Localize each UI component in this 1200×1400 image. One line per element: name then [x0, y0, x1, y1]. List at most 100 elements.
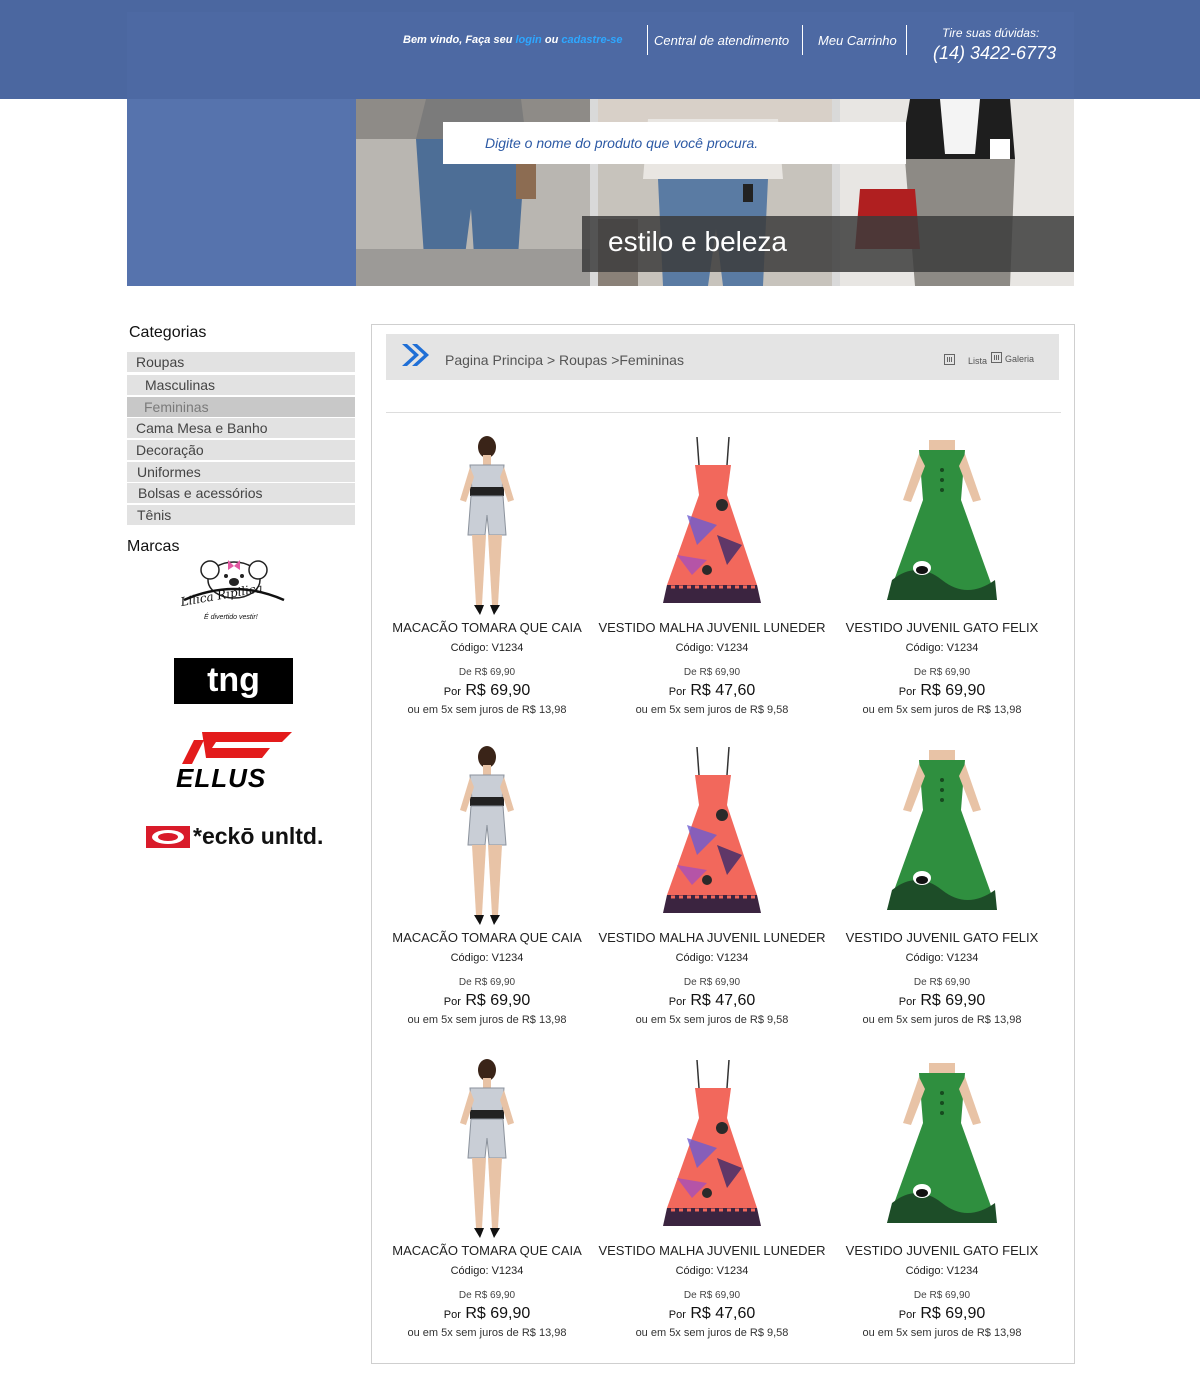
category-femininas[interactable]: Femininas [127, 397, 355, 417]
product-name[interactable]: MACACÃO TOMARA QUE CAIA [372, 620, 602, 635]
product-image-pink-dress[interactable] [657, 745, 767, 920]
product-code: Código: V1234 [675, 642, 749, 654]
product-listing: Pagina Principa > Roupas >Femininas List… [371, 324, 1075, 1364]
product-name[interactable]: VESTIDO MALHA JUVENIL LUNEDER [597, 620, 827, 635]
product-code: Código: V1234 [675, 952, 749, 964]
product-card[interactable]: MACACÃO TOMARA QUE CAIA Código: V1234 De… [372, 735, 602, 1026]
price-value: R$ 69,90 [920, 1305, 986, 1322]
product-card[interactable]: VESTIDO MALHA JUVENIL LUNEDER Código: V1… [597, 1048, 827, 1339]
product-card[interactable]: VESTIDO JUVENIL GATO FELIX Código: V1234… [827, 425, 1057, 716]
list-view-icon[interactable] [944, 354, 955, 365]
category-uniformes[interactable]: Uniformes [127, 462, 355, 482]
brand-name: *eckō unltd. [193, 823, 324, 849]
price-value: R$ 47,60 [690, 1305, 756, 1322]
price-prefix: Por [668, 996, 686, 1008]
product-name[interactable]: VESTIDO JUVENIL GATO FELIX [827, 930, 1057, 945]
product-image-romper[interactable] [442, 1058, 532, 1243]
product-image-romper[interactable] [442, 745, 532, 930]
product-image-green-dress[interactable] [877, 440, 1007, 610]
breadcrumb-roupas[interactable]: Roupas [559, 352, 607, 368]
banner-left-panel [127, 99, 356, 286]
product-old-price: De R$ 69,90 [683, 977, 741, 988]
header-divider [906, 25, 907, 55]
category-cama-mesa-banho[interactable]: Cama Mesa e Banho [127, 418, 355, 438]
divider [386, 412, 1061, 413]
product-image-pink-dress[interactable] [657, 1058, 767, 1233]
product-name[interactable]: MACACÃO TOMARA QUE CAIA [372, 1243, 602, 1258]
price-prefix: Por [668, 1309, 686, 1321]
product-code: Código: V1234 [450, 642, 524, 654]
product-name[interactable]: VESTIDO MALHA JUVENIL LUNEDER [597, 930, 827, 945]
price-prefix: Por [443, 996, 461, 1008]
banner-slogan: estilo e beleza [582, 216, 1074, 272]
product-code: Código: V1234 [905, 642, 979, 654]
product-name[interactable]: VESTIDO JUVENIL GATO FELIX [827, 620, 1057, 635]
category-tenis[interactable]: Tênis [127, 505, 355, 525]
product-installments: ou em 5x sem juros de R$ 13,98 [862, 1327, 1022, 1339]
product-price: Por R$ 47,60 [597, 992, 827, 1010]
product-price: Por R$ 69,90 [827, 682, 1057, 700]
product-card[interactable]: MACACÃO TOMARA QUE CAIA Código: V1234 De… [372, 1048, 602, 1339]
gallery-view-icon[interactable] [991, 352, 1002, 363]
or-text: ou [544, 34, 559, 46]
view-list-link[interactable]: Lista [968, 356, 987, 366]
product-old-price: De R$ 69,90 [458, 977, 516, 988]
product-installments: ou em 5x sem juros de R$ 13,98 [407, 1014, 567, 1026]
product-card[interactable]: VESTIDO JUVENIL GATO FELIX Código: V1234… [827, 1048, 1057, 1339]
product-image-green-dress[interactable] [877, 1063, 1007, 1233]
price-value: R$ 69,90 [920, 682, 986, 699]
welcome-prefix: Bem vindo, Faça seu [403, 34, 513, 46]
price-value: R$ 47,60 [690, 992, 756, 1009]
search-input[interactable] [443, 122, 906, 164]
price-prefix: Por [668, 686, 686, 698]
phone-number: (14) 3422-6773 [933, 43, 1057, 63]
brand-tng[interactable]: tng [174, 658, 293, 704]
product-name[interactable]: VESTIDO MALHA JUVENIL LUNEDER [597, 1243, 827, 1258]
category-masculinas[interactable]: Masculinas [127, 375, 355, 395]
product-installments: ou em 5x sem juros de R$ 13,98 [407, 704, 567, 716]
cart-link[interactable]: Meu Carrinho [818, 33, 897, 48]
product-image-green-dress[interactable] [877, 750, 1007, 920]
register-link[interactable]: cadastre-se [561, 34, 622, 46]
header-divider [647, 25, 648, 55]
view-gallery-link[interactable]: Galeria [1005, 354, 1034, 364]
product-image-romper[interactable] [442, 435, 532, 620]
product-price: Por R$ 69,90 [827, 992, 1057, 1010]
product-price: Por R$ 69,90 [827, 1305, 1057, 1323]
price-prefix: Por [443, 1309, 461, 1321]
product-card[interactable]: MACACÃO TOMARA QUE CAIA Código: V1234 De… [372, 425, 602, 716]
price-prefix: Por [898, 1309, 916, 1321]
breadcrumb-femininas[interactable]: Femininas [619, 352, 684, 368]
category-roupas[interactable]: Roupas [127, 352, 355, 372]
price-prefix: Por [443, 686, 461, 698]
product-price: Por R$ 69,90 [372, 992, 602, 1010]
product-old-price: De R$ 69,90 [458, 1290, 516, 1301]
product-name[interactable]: VESTIDO JUVENIL GATO FELIX [827, 1243, 1057, 1258]
product-price: Por R$ 69,90 [372, 1305, 602, 1323]
product-card[interactable]: VESTIDO JUVENIL GATO FELIX Código: V1234… [827, 735, 1057, 1026]
product-old-price: De R$ 69,90 [913, 1290, 971, 1301]
product-image-pink-dress[interactable] [657, 435, 767, 610]
rhino-logo-icon [146, 826, 190, 848]
price-value: R$ 69,90 [465, 1305, 531, 1322]
product-card[interactable]: VESTIDO MALHA JUVENIL LUNEDER Código: V1… [597, 735, 827, 1026]
price-prefix: Por [898, 996, 916, 1008]
breadcrumb-home[interactable]: Pagina Principa [445, 352, 543, 368]
product-name[interactable]: MACACÃO TOMARA QUE CAIA [372, 930, 602, 945]
phone-label: Tire suas dúvidas: [942, 26, 1040, 40]
brand-ecko[interactable]: *eckō unltd. [145, 822, 327, 852]
product-price: Por R$ 47,60 [597, 1305, 827, 1323]
brand-ellus[interactable]: ELLUS [174, 730, 294, 793]
price-value: R$ 47,60 [690, 682, 756, 699]
category-bolsas[interactable]: Bolsas e acessórios [127, 483, 355, 503]
category-decoracao[interactable]: Decoração [127, 440, 355, 460]
product-installments: ou em 5x sem juros de R$ 9,58 [635, 704, 789, 716]
support-link[interactable]: Central de atendimento [654, 33, 789, 48]
login-link[interactable]: login [516, 34, 542, 46]
product-code: Código: V1234 [905, 1265, 979, 1277]
product-card[interactable]: VESTIDO MALHA JUVENIL LUNEDER Código: V1… [597, 425, 827, 716]
welcome-text: Bem vindo, Faça seu login ou cadastre-se [403, 34, 623, 46]
brand-lilica-ripilica[interactable]: Lilica Ripilica É divertido vestir! [176, 558, 291, 626]
product-old-price: De R$ 69,90 [683, 1290, 741, 1301]
breadcrumb-bar: Pagina Principa > Roupas >Femininas List… [386, 334, 1059, 380]
